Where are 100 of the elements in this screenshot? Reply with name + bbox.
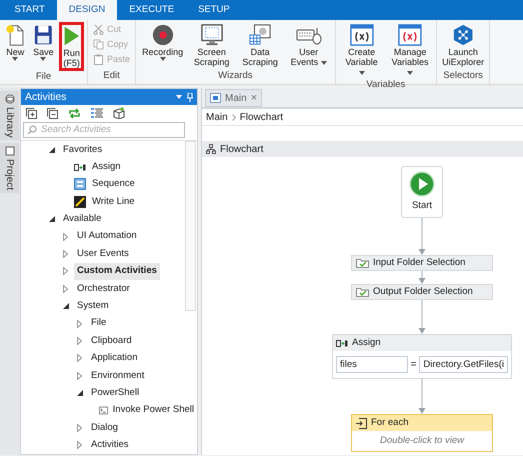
tree-item[interactable]: Write Line	[89, 194, 138, 210]
start-node[interactable]: Start	[401, 166, 443, 218]
scissors-icon	[93, 24, 104, 35]
activity-title: Output Folder Selection	[373, 284, 473, 299]
panel-title: Activities	[25, 90, 66, 105]
tree-item[interactable]: Clipboard	[88, 332, 135, 350]
tree-item[interactable]: Application	[88, 350, 140, 366]
expand-arrow-icon[interactable]	[63, 250, 68, 258]
tree-item[interactable]: Assign	[89, 158, 124, 176]
input-field[interactable]: Directory.GetFiles(i	[419, 356, 508, 373]
chevron-icon	[232, 114, 236, 120]
package-icon[interactable]	[113, 107, 125, 120]
pin-icon[interactable]	[187, 92, 193, 102]
screen-button[interactable]: Screen Scraping	[188, 22, 235, 69]
collapse-arrow-icon[interactable]	[77, 390, 83, 396]
group-label: Wizards	[217, 70, 254, 83]
refresh-icon[interactable]	[68, 108, 81, 119]
table-window-icon	[249, 24, 272, 46]
collapse-all-icon[interactable]	[47, 108, 58, 119]
activity-hint: Double-click to view	[379, 434, 466, 448]
variable-window-icon	[350, 24, 374, 46]
save-icon	[34, 24, 53, 46]
scrollbar[interactable]	[185, 140, 196, 311]
tree-item[interactable]: Available	[60, 211, 104, 228]
expand-arrow-icon[interactable]	[77, 320, 82, 328]
tree-item[interactable]: Sequence	[89, 176, 138, 193]
input-field[interactable]: files	[336, 356, 408, 373]
tree-item[interactable]: File	[88, 315, 110, 332]
new-button[interactable]: New	[3, 22, 28, 71]
run-button[interactable]: Run (F5)	[59, 22, 84, 71]
collapse-arrow-icon[interactable]	[63, 303, 69, 310]
activity-title: Assign	[352, 336, 381, 350]
record-icon	[152, 24, 174, 46]
ribbon-tab[interactable]: SETUP	[186, 0, 242, 20]
for-each-activity[interactable]: For each Double-click to view	[351, 414, 493, 452]
search-icon	[27, 124, 37, 135]
events-button[interactable]: User Events	[286, 22, 332, 69]
breadcrumb-link[interactable]: Flowchart	[240, 110, 284, 124]
monitor-icon	[200, 24, 223, 46]
group-label: Selectors	[442, 70, 484, 83]
tree-item[interactable]: Orchestrator	[74, 280, 133, 297]
expand-arrow-icon[interactable]	[77, 336, 82, 345]
expand-arrow-icon[interactable]	[77, 354, 82, 362]
list-icon[interactable]	[91, 108, 103, 119]
play-icon	[63, 25, 80, 47]
expand-arrow-icon[interactable]	[77, 441, 82, 450]
collapse-arrow-icon[interactable]	[49, 216, 55, 222]
connector-arrow	[418, 271, 426, 284]
hierarchy-icon	[206, 144, 216, 154]
document-icon	[4, 146, 14, 156]
expand-arrow-icon[interactable]	[77, 424, 82, 432]
tree-item[interactable]: Custom Activities	[74, 263, 160, 280]
close-button[interactable]: ×	[250, 92, 258, 104]
new-document-icon	[6, 24, 25, 46]
assign-activity[interactable]: Assign files = Directory.GetFiles(i	[332, 334, 512, 379]
variable-window-icon	[398, 24, 422, 46]
folder-icon	[356, 258, 369, 268]
managevar-button[interactable]: Manage Variables	[387, 22, 434, 79]
tree-item[interactable]: Invoke Power Shell	[110, 402, 197, 419]
connector-arrow	[418, 218, 426, 255]
tree-item[interactable]: Activities	[88, 437, 132, 454]
ribbon-tab[interactable]: EXECUTE	[117, 0, 186, 20]
clipboard-icon	[93, 54, 104, 65]
createvar-button[interactable]: Create Variable	[338, 22, 385, 79]
tree-item[interactable]: Environment	[88, 368, 148, 384]
activity-title: For each	[371, 416, 408, 430]
save-button[interactable]: Save	[30, 22, 57, 71]
search-field[interactable]: Search Activities	[23, 122, 185, 138]
data-button[interactable]: Data Scraping	[237, 22, 284, 69]
write-line-icon	[74, 196, 86, 208]
designer-title: Flowchart	[220, 142, 264, 156]
breadcrumb-link[interactable]: Main	[206, 110, 228, 124]
play-icon	[409, 170, 435, 197]
folder-icon	[356, 287, 369, 297]
tree-item[interactable]: Favorites	[60, 142, 106, 158]
terminal-icon	[98, 405, 108, 416]
group-label: File	[34, 71, 52, 84]
explorer-button[interactable]: Launch UiExplorer	[440, 22, 486, 69]
tree-item[interactable]: UI Automation	[74, 228, 140, 245]
tree-item[interactable]: Dialog	[88, 420, 121, 436]
node-label: Start	[412, 198, 432, 213]
collapse-arrow-icon[interactable]	[49, 146, 55, 153]
activity-node[interactable]: Output Folder Selection	[351, 284, 493, 300]
activity-node[interactable]: Input Folder Selection	[351, 255, 493, 271]
expand-arrow-icon[interactable]	[63, 267, 68, 276]
tree-item[interactable]: PowerShell	[88, 385, 142, 402]
books-icon	[4, 94, 14, 104]
expand-arrow-icon[interactable]	[63, 284, 68, 293]
expand-arrow-icon[interactable]	[63, 232, 68, 241]
ribbon-tab[interactable]: START	[2, 0, 57, 20]
expand-all-icon[interactable]	[26, 108, 37, 119]
side-tab[interactable]: Library	[0, 90, 19, 140]
recording-button[interactable]: Recording	[139, 22, 186, 69]
tree-item[interactable]: System	[74, 298, 112, 314]
side-tab[interactable]: Project	[0, 143, 19, 194]
document-tab[interactable]: Main ×	[205, 89, 262, 107]
ribbon-tab[interactable]: DESIGN	[56, 0, 118, 20]
expand-arrow-icon[interactable]	[77, 372, 82, 380]
caret-icon[interactable]	[176, 95, 182, 99]
tree-item[interactable]: User Events	[74, 246, 132, 262]
